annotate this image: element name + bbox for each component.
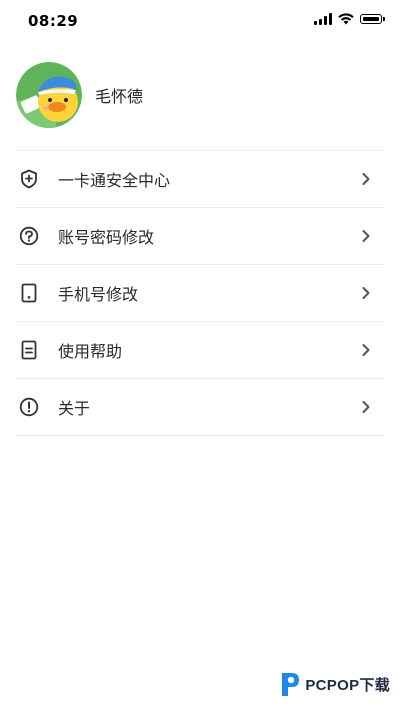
battery-icon — [360, 14, 385, 24]
phone-icon — [18, 282, 40, 304]
status-time: 08:29 — [28, 12, 79, 30]
menu-item-label: 一卡通安全中心 — [58, 171, 171, 190]
wifi-icon — [338, 13, 354, 25]
menu-item-label: 使用帮助 — [58, 342, 123, 361]
username: 毛怀德 — [95, 87, 144, 106]
profile-header[interactable]: 毛怀德 — [16, 60, 384, 130]
status-bar: 08:29 — [0, 0, 400, 44]
key-circle-icon — [18, 225, 40, 247]
pcpop-logo-icon — [282, 673, 300, 696]
cellular-signal-icon — [314, 13, 332, 25]
watermark: PCPOP下载 — [278, 670, 390, 698]
chevron-right-icon — [362, 344, 370, 356]
menu-item-phone-change[interactable]: 手机号修改 — [16, 265, 384, 322]
status-icons — [314, 13, 385, 25]
settings-menu: 一卡通安全中心 账号密码修改 手机号修改 使用帮助 关于 — [16, 150, 384, 436]
document-icon — [18, 339, 40, 361]
menu-item-label: 关于 — [58, 399, 91, 418]
menu-item-about[interactable]: 关于 — [16, 379, 384, 436]
watermark-text: PCPOP下载 — [305, 676, 390, 694]
duck-avatar-icon[interactable] — [16, 62, 82, 128]
chevron-right-icon — [362, 173, 370, 185]
menu-item-label: 手机号修改 — [58, 285, 139, 304]
menu-item-label: 账号密码修改 — [58, 228, 155, 247]
chevron-right-icon — [362, 401, 370, 413]
menu-item-password-change[interactable]: 账号密码修改 — [16, 208, 384, 265]
chevron-right-icon — [362, 287, 370, 299]
info-circle-icon — [18, 396, 40, 418]
menu-item-help[interactable]: 使用帮助 — [16, 322, 384, 379]
shield-plus-icon — [18, 168, 40, 190]
menu-item-security-center[interactable]: 一卡通安全中心 — [16, 151, 384, 208]
chevron-right-icon — [362, 230, 370, 242]
